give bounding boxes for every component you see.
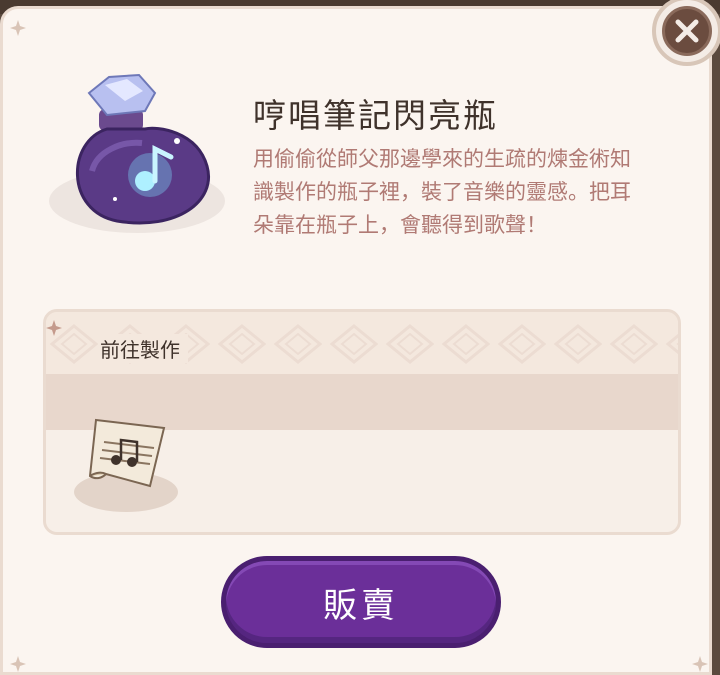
sparkle-icon xyxy=(46,320,62,336)
description-line: 識製作的瓶子裡，裝了音樂的靈感。把耳 xyxy=(253,180,631,204)
sell-button[interactable]: 販賣 xyxy=(221,556,501,648)
sell-button-label: 販賣 xyxy=(323,585,399,626)
potion-bottle-icon xyxy=(49,73,225,233)
close-button[interactable] xyxy=(652,0,720,66)
item-description: 用偷偷從師父那邊學來的生疏的煉金術知 識製作的瓶子裡，裝了音樂的靈感。把耳 朵靠… xyxy=(253,143,683,242)
music-sheet-icon[interactable] xyxy=(66,400,186,520)
description-line: 朵靠在瓶子上，會聽得到歌聲！ xyxy=(253,213,547,237)
corner-ornament-icon xyxy=(10,656,26,672)
item-title: 哼唱筆記閃亮瓶 xyxy=(253,96,498,135)
item-info-dialog: 哼唱筆記閃亮瓶 用偷偷從師父那邊學來的生疏的煉金術知 識製作的瓶子裡，裝了音樂的… xyxy=(0,6,712,675)
craft-header: 前往製作 xyxy=(46,312,678,372)
craft-section: 前往製作 xyxy=(43,309,681,535)
corner-ornament-icon xyxy=(692,656,708,672)
close-icon xyxy=(662,6,712,56)
description-line: 用偷偷從師父那邊學來的生疏的煉金術知 xyxy=(253,147,631,171)
corner-ornament-icon xyxy=(10,20,26,36)
craft-link-label[interactable]: 前往製作 xyxy=(100,334,188,363)
